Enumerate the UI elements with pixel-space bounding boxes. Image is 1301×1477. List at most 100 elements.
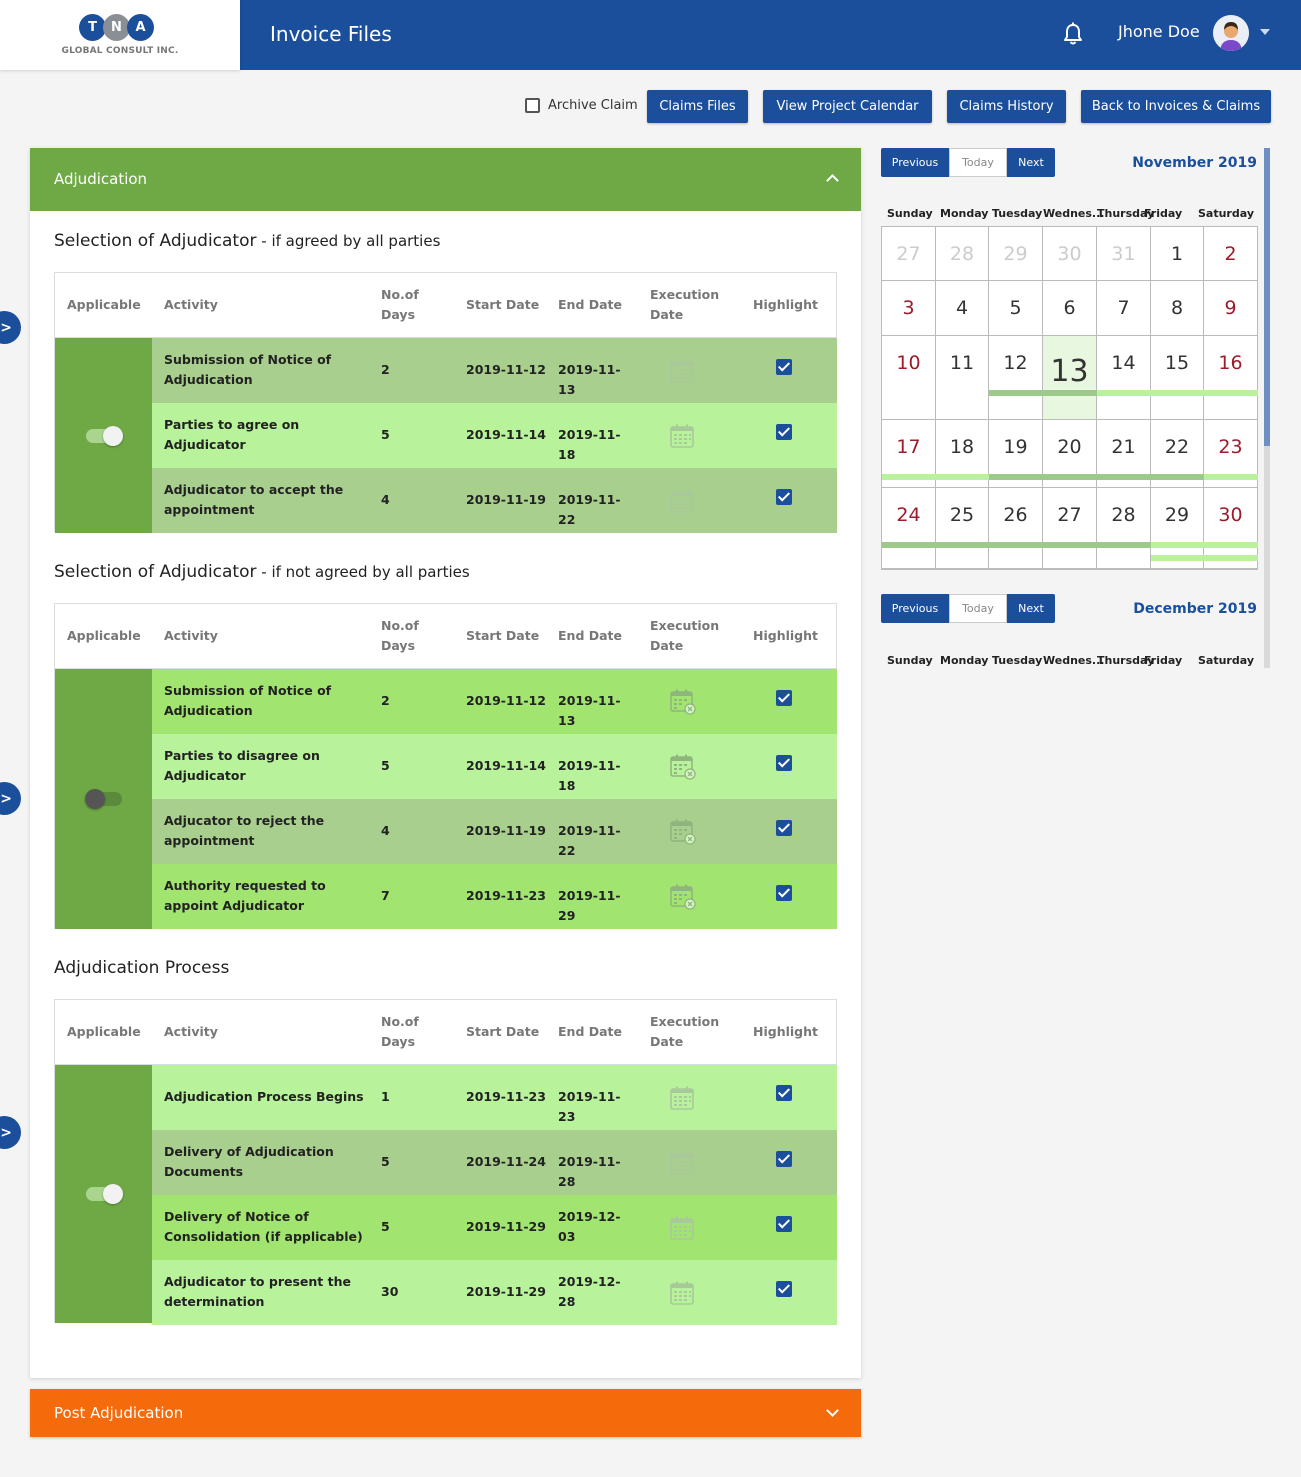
table-row[interactable]: Adjucator to reject the appointment 4 2019… (152, 799, 837, 864)
expand-arrow-button[interactable]: > (0, 782, 21, 815)
chevron-up-icon[interactable] (826, 174, 839, 187)
calendar-day[interactable]: 29 (989, 227, 1043, 281)
calendar-day[interactable]: 12 (989, 336, 1043, 420)
calendar-day[interactable]: 14 (1097, 336, 1151, 420)
execution-date-picker[interactable] (669, 883, 697, 914)
table-row[interactable]: Delivery of Notice of Consolidation (if … (152, 1195, 837, 1260)
calendar-day[interactable]: 8 (1151, 281, 1204, 336)
table-row[interactable]: Adjudicator to accept the appointment 4 20… (152, 468, 837, 533)
post-adjudication-panel-header[interactable]: Post Adjudication (30, 1389, 861, 1437)
table-row[interactable]: Submission of Notice of Adjudication 2 201… (152, 338, 837, 403)
calendar-icon[interactable] (669, 1150, 695, 1176)
back-to-invoices-claims-button[interactable]: Back to Invoices & Claims (1081, 90, 1271, 123)
calendar-day[interactable]: 15 (1151, 336, 1204, 420)
logo[interactable]: T N A GLOBAL CONSULT INC. (0, 0, 240, 70)
calendar-day[interactable]: 10 (882, 336, 936, 420)
calendar-day[interactable]: 5 (989, 281, 1043, 336)
calendar-cancel-icon[interactable] (669, 883, 697, 911)
calendar-day[interactable]: 31 (1097, 227, 1151, 281)
calendar-cancel-icon[interactable] (669, 753, 697, 781)
calendar-day[interactable]: 3 (882, 281, 936, 336)
highlight-checkbox[interactable] (776, 359, 792, 375)
execution-date-picker[interactable] (669, 688, 697, 719)
table-row[interactable]: Delivery of Adjudication Documents 5 2019-… (152, 1130, 837, 1195)
calendar-cancel-icon[interactable] (669, 818, 697, 846)
calendar-icon[interactable] (669, 1215, 695, 1241)
calendar-day[interactable]: 28 (936, 227, 989, 281)
view-project-calendar-button[interactable]: View Project Calendar (763, 90, 932, 123)
highlight-checkbox[interactable] (776, 755, 792, 771)
calendar-day[interactable]: 7 (1097, 281, 1151, 336)
calendar-day[interactable]: 24 (882, 488, 936, 569)
checkbox-icon[interactable] (525, 98, 540, 113)
event-bar[interactable] (1151, 542, 1258, 548)
previous-button[interactable]: Previous (881, 594, 949, 623)
calendar-day[interactable]: 25 (936, 488, 989, 569)
calendar-icon[interactable] (669, 423, 695, 449)
execution-date-picker[interactable] (669, 1150, 695, 1179)
user-name[interactable]: Jhone Doe (1118, 22, 1200, 41)
avatar[interactable] (1213, 15, 1249, 51)
calendar-scrollbar[interactable] (1264, 148, 1270, 668)
next-button[interactable]: Next (1007, 594, 1055, 623)
execution-date-picker[interactable] (669, 358, 695, 387)
expand-arrow-button[interactable]: > (0, 311, 21, 344)
calendar-icon[interactable] (669, 488, 695, 514)
calendar-day[interactable]: 26 (989, 488, 1043, 569)
highlight-checkbox[interactable] (776, 424, 792, 440)
highlight-checkbox[interactable] (776, 489, 792, 505)
execution-date-picker[interactable] (669, 1215, 695, 1244)
archive-claim-checkbox[interactable]: Archive Claim (525, 98, 638, 113)
highlight-checkbox[interactable] (776, 1216, 792, 1232)
execution-date-picker[interactable] (669, 1280, 695, 1309)
table-row[interactable]: Parties to agree on Adjudicator 5 2019-11-… (152, 403, 837, 468)
highlight-checkbox[interactable] (776, 820, 792, 836)
table-row[interactable]: Authority requested to appoint Adjudicat… (152, 864, 837, 929)
calendar-day[interactable]: 30 (1043, 227, 1097, 281)
calendar-day[interactable]: 28 (1097, 488, 1151, 569)
highlight-checkbox[interactable] (776, 885, 792, 901)
highlight-checkbox[interactable] (776, 1281, 792, 1297)
execution-date-picker[interactable] (669, 753, 697, 784)
event-bar[interactable] (1204, 474, 1258, 480)
today-button[interactable]: Today (949, 148, 1007, 177)
today-button[interactable]: Today (949, 594, 1007, 623)
calendar-day[interactable]: 4 (936, 281, 989, 336)
claims-files-button[interactable]: Claims Files (647, 90, 748, 123)
highlight-checkbox[interactable] (776, 690, 792, 706)
calendar-icon[interactable] (669, 358, 695, 384)
applicable-toggle[interactable] (85, 789, 122, 809)
event-bar[interactable] (882, 542, 1151, 548)
adjudication-panel-header[interactable]: Adjudication (30, 148, 861, 211)
chevron-down-icon[interactable] (826, 1404, 839, 1417)
event-bar[interactable] (1043, 390, 1097, 396)
calendar-icon[interactable] (669, 1085, 695, 1111)
execution-date-picker[interactable] (669, 488, 695, 517)
table-row[interactable]: Adjudication Process Begins 1 2019-11-23 20… (152, 1065, 837, 1130)
calendar-day[interactable]: 9 (1204, 281, 1258, 336)
execution-date-picker[interactable] (669, 1085, 695, 1114)
calendar-day[interactable]: 27 (882, 227, 936, 281)
calendar-icon[interactable] (669, 1280, 695, 1306)
calendar-day[interactable]: 1 (1151, 227, 1204, 281)
calendar-day[interactable]: 27 (1043, 488, 1097, 569)
calendar-cancel-icon[interactable] (669, 688, 697, 716)
execution-date-picker[interactable] (669, 423, 695, 452)
calendar-day[interactable]: 13 (1043, 336, 1097, 420)
table-row[interactable]: Adjudicator to present the determination… (152, 1260, 837, 1325)
previous-button[interactable]: Previous (881, 148, 949, 177)
applicable-toggle[interactable] (86, 1184, 123, 1204)
calendar-day[interactable]: 16 (1204, 336, 1258, 420)
event-bar[interactable] (989, 474, 1204, 480)
next-button[interactable]: Next (1007, 148, 1055, 177)
expand-arrow-button[interactable]: > (0, 1116, 21, 1149)
bell-icon[interactable] (1062, 22, 1084, 46)
claims-history-button[interactable]: Claims History (947, 90, 1066, 123)
event-bar[interactable] (1151, 555, 1258, 561)
applicable-toggle[interactable] (86, 425, 123, 446)
calendar-day[interactable]: 6 (1043, 281, 1097, 336)
calendar-day[interactable]: 11 (936, 336, 989, 420)
highlight-checkbox[interactable] (776, 1085, 792, 1101)
event-bar[interactable] (1097, 390, 1258, 396)
table-row[interactable]: Submission of Notice of Adjudication 2 201… (152, 669, 837, 734)
